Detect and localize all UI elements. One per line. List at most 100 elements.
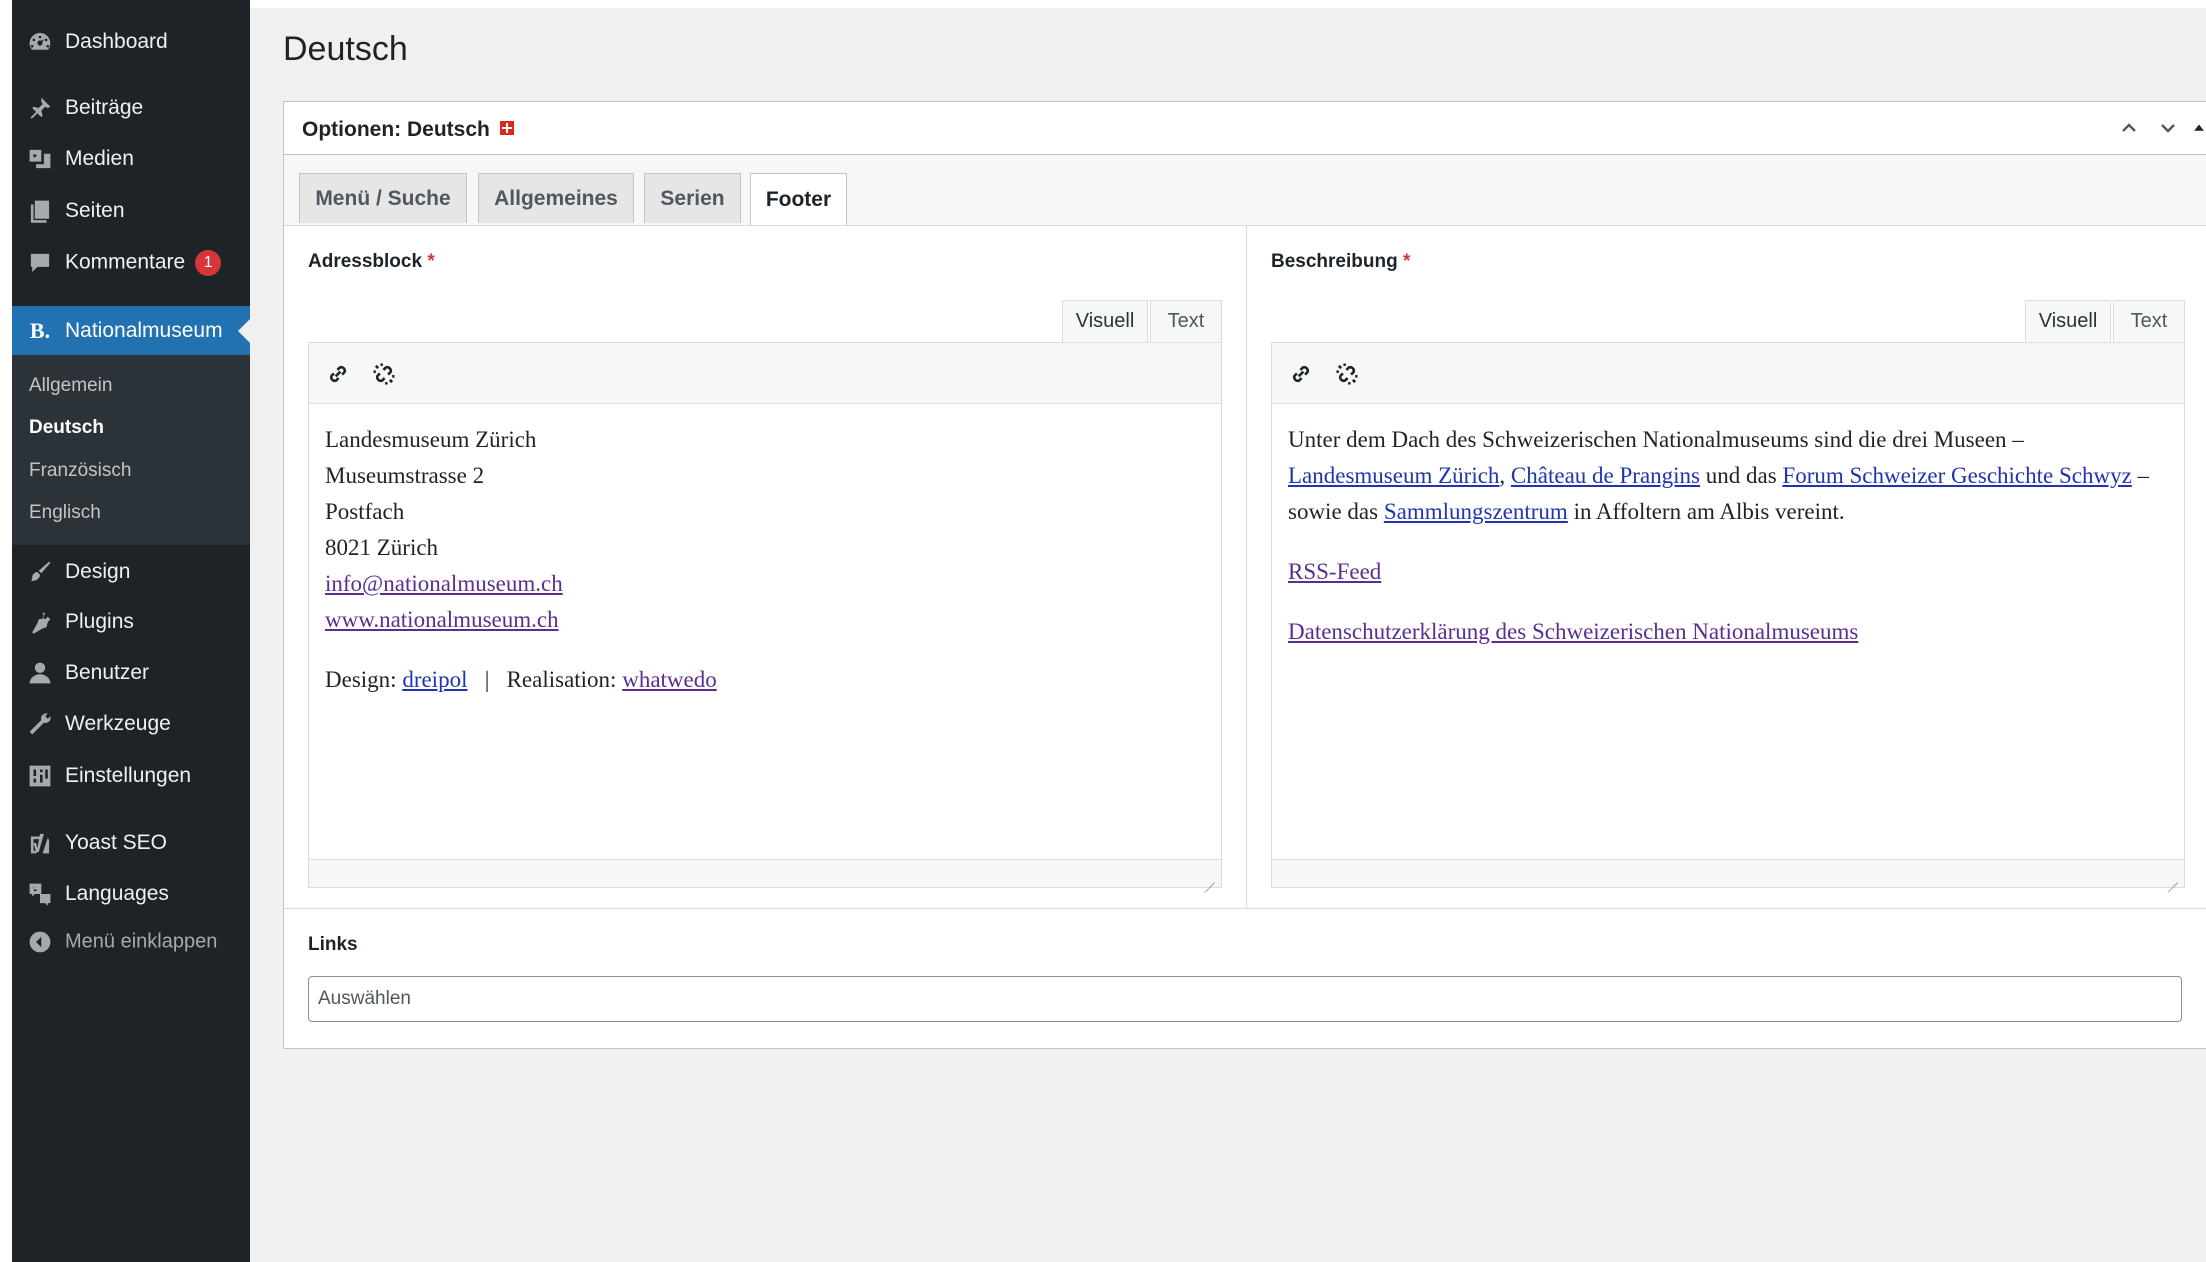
main-content: Deutsch Optionen: Deutsch Menü / Suche A… xyxy=(250,0,2206,1262)
address-line: 8021 Zürich xyxy=(325,535,439,560)
nationalmuseum-submenu: Allgemein Deutsch Französisch Englisch xyxy=(12,355,250,545)
submenu-item-deutsch[interactable]: Deutsch xyxy=(29,417,104,439)
tab-allgemeines[interactable]: Allgemeines xyxy=(478,173,634,223)
submenu-item-allgemein[interactable]: Allgemein xyxy=(29,375,112,397)
wrench-icon xyxy=(26,710,54,738)
options-postbox: Optionen: Deutsch Menü / Suche Allgemein… xyxy=(283,101,2206,1049)
outro-text: in Affoltern am Albis vereint. xyxy=(1573,499,1845,524)
move-down-button[interactable] xyxy=(2154,114,2182,142)
editor-statusbar xyxy=(1272,859,2184,887)
separator: | xyxy=(484,667,490,692)
menu-label: Werkzeuge xyxy=(65,712,171,735)
credits-line: Design: dreipol | Realisation: whatwedo xyxy=(325,662,1205,698)
chevron-down-icon xyxy=(2161,124,2175,133)
email-link[interactable]: info@nationalmuseum.ch xyxy=(325,571,563,596)
move-up-button[interactable] xyxy=(2115,114,2143,142)
links-placeholder: Auswählen xyxy=(318,988,411,1009)
link-sammlungszentrum[interactable]: Sammlungszentrum xyxy=(1384,499,1568,524)
postbox-title-text: Optionen: Deutsch xyxy=(302,118,490,141)
remove-link-button[interactable] xyxy=(367,357,401,391)
beschreibung-text: Unter dem Dach des Schweizerischen Natio… xyxy=(1288,422,2168,650)
toggle-panel-button[interactable] xyxy=(2190,114,2206,142)
current-indicator xyxy=(238,318,250,343)
address-line: Postfach xyxy=(325,499,405,524)
settings-icon xyxy=(26,762,54,790)
realisation-link[interactable]: whatwedo xyxy=(622,667,717,692)
menu-item-einstellungen[interactable]: Einstellungen xyxy=(12,752,250,800)
menu-label: Languages xyxy=(65,882,169,905)
menu-item-werkzeuge[interactable]: Werkzeuge xyxy=(12,700,250,748)
menu-item-nationalmuseum[interactable]: B. Nationalmuseum xyxy=(12,306,250,355)
beschreibung-content[interactable]: Unter dem Dach des Schweizerischen Natio… xyxy=(1271,404,2185,888)
postbox-title: Optionen: Deutsch xyxy=(302,118,514,142)
links-select[interactable]: Auswählen xyxy=(308,976,2182,1022)
comment-icon xyxy=(26,249,54,277)
required-marker: * xyxy=(427,251,435,272)
intro-text: Unter dem Dach des Schweizerischen Natio… xyxy=(1288,427,2024,452)
website-link[interactable]: www.nationalmuseum.ch xyxy=(325,607,559,632)
resize-handle[interactable] xyxy=(2164,869,2178,883)
rss-feed-link[interactable]: RSS-Feed xyxy=(1288,559,1381,584)
menu-label: Yoast SEO xyxy=(65,831,167,854)
link-chateau-prangins[interactable]: Château de Prangins xyxy=(1511,463,1700,488)
remove-link-button[interactable] xyxy=(1330,357,1364,391)
adressblock-label: Adressblock * xyxy=(308,251,435,273)
adressblock-content[interactable]: Landesmuseum Zürich Museumstrasse 2 Post… xyxy=(308,404,1222,888)
tab-footer[interactable]: Footer xyxy=(750,173,847,225)
menu-item-yoast-seo[interactable]: Yoast SEO xyxy=(12,819,250,867)
tab-serien[interactable]: Serien xyxy=(644,173,741,223)
menu-label: Plugins xyxy=(65,610,134,633)
menu-item-design[interactable]: Design xyxy=(12,548,250,596)
privacy-link[interactable]: Datenschutzerklärung des Schweizerischen… xyxy=(1288,619,1858,644)
menu-label: Design xyxy=(65,560,131,583)
tab-visuell[interactable]: Visuell xyxy=(2025,300,2111,343)
submenu-item-franzoesisch[interactable]: Französisch xyxy=(29,460,131,482)
menu-label: Beiträge xyxy=(65,96,144,119)
beschreibung-label: Beschreibung * xyxy=(1271,251,1410,273)
collapse-icon xyxy=(26,928,54,956)
menu-item-beitraege[interactable]: Beiträge xyxy=(12,84,250,132)
media-icon xyxy=(26,145,54,173)
menu-item-benutzer[interactable]: Benutzer xyxy=(12,649,250,697)
design-link[interactable]: dreipol xyxy=(402,667,467,692)
options-tabs: Menü / Suche Allgemeines Serien Footer xyxy=(284,155,2206,226)
und-das-text: und das xyxy=(1705,463,1777,488)
tab-text[interactable]: Text xyxy=(2113,300,2185,343)
submenu-item-englisch[interactable]: Englisch xyxy=(29,502,101,524)
menu-item-seiten[interactable]: Seiten xyxy=(12,187,250,235)
comma: , xyxy=(1499,463,1506,488)
chevron-up-icon xyxy=(2122,123,2136,132)
menu-label: Dashboard xyxy=(65,30,168,53)
column-divider xyxy=(1246,226,1247,908)
menu-item-languages[interactable]: Languages xyxy=(12,870,250,918)
page-title: Deutsch xyxy=(283,30,408,68)
resize-handle[interactable] xyxy=(1201,869,1215,883)
menu-label: Kommentare xyxy=(65,250,186,274)
tab-menu-suche[interactable]: Menü / Suche xyxy=(299,173,467,223)
insert-link-button[interactable] xyxy=(321,357,355,391)
pin-icon xyxy=(26,94,54,122)
links-label: Links xyxy=(308,934,358,955)
unlink-icon xyxy=(373,363,395,385)
admin-bar-strip xyxy=(250,0,2206,8)
menu-item-dashboard[interactable]: Dashboard xyxy=(12,18,250,66)
editor-toolbar xyxy=(308,342,1222,404)
insert-link-button[interactable] xyxy=(1284,357,1318,391)
address-line: Landesmuseum Zürich xyxy=(325,427,537,452)
dashboard-icon xyxy=(26,28,54,56)
brush-icon xyxy=(26,558,54,586)
menu-item-kommentare[interactable]: Kommentare 1 xyxy=(12,239,250,287)
yoast-icon xyxy=(26,829,54,857)
link-landesmuseum[interactable]: Landesmuseum Zürich xyxy=(1288,463,1499,488)
menu-collapse-button[interactable]: Menü einklappen xyxy=(12,918,250,966)
menu-label: Medien xyxy=(65,147,134,170)
tab-text[interactable]: Text xyxy=(1150,300,1222,343)
section-divider xyxy=(284,908,2206,909)
link-forum-schwyz[interactable]: Forum Schweizer Geschichte Schwyz xyxy=(1782,463,2131,488)
comment-count-badge: 1 xyxy=(195,250,222,276)
swiss-flag-icon xyxy=(499,121,514,136)
menu-item-plugins[interactable]: Plugins xyxy=(12,598,250,646)
menu-item-medien[interactable]: Medien xyxy=(12,135,250,183)
tab-visuell[interactable]: Visuell xyxy=(1062,300,1148,343)
menu-label: Seiten xyxy=(65,199,125,222)
